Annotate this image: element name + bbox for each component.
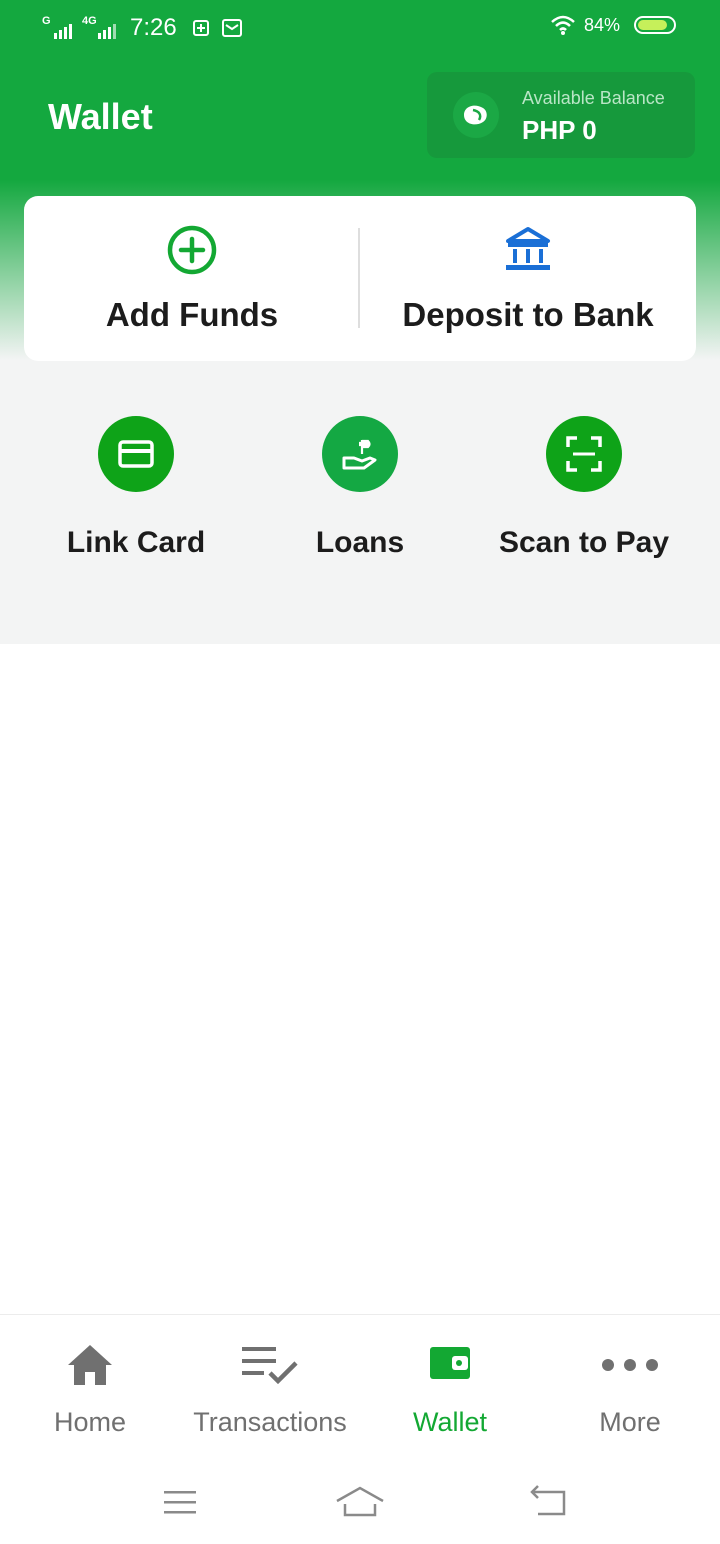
deposit-to-bank-label: Deposit to Bank — [402, 296, 654, 333]
loans-button[interactable]: Loans — [248, 416, 472, 576]
back-icon[interactable] — [528, 1480, 568, 1524]
system-navigation-bar — [0, 1464, 720, 1544]
plus-circle-icon — [167, 225, 217, 275]
system-home-icon[interactable] — [334, 1480, 386, 1524]
nav-wallet-label: Wallet — [412, 1407, 487, 1437]
nav-transactions[interactable]: Transactions — [180, 1315, 360, 1465]
credit-card-icon — [98, 416, 174, 492]
add-funds-button[interactable]: Add Funds — [24, 196, 360, 361]
nav-more[interactable]: More — [540, 1315, 720, 1465]
battery-percent: 84% — [583, 14, 620, 35]
signal-4g-icon: 4G — [82, 15, 116, 39]
wifi-icon — [551, 15, 575, 35]
mail-notification-icon — [221, 19, 242, 37]
add-funds-label: Add Funds — [105, 296, 279, 333]
scan-icon — [546, 416, 622, 492]
nav-more-label: More — [599, 1407, 661, 1437]
bank-icon — [506, 227, 550, 270]
wallet-actions-card: Add Funds Deposit to Bank — [24, 196, 696, 361]
balance-label: Available Balance — [522, 88, 665, 108]
link-card-label: Link Card — [66, 526, 206, 559]
deposit-to-bank-button[interactable]: Deposit to Bank — [360, 196, 696, 361]
nav-wallet[interactable]: Wallet — [360, 1315, 540, 1465]
bottom-navigation: Home Transactions Wallet More — [0, 1314, 720, 1464]
status-bar: G 4G 7:26 84% — [0, 0, 720, 58]
scan-to-pay-label: Scan to Pay — [498, 526, 670, 559]
menu-icon[interactable] — [162, 1480, 198, 1524]
balance-card[interactable]: Available Balance PHP 0 — [427, 72, 695, 158]
screenshot-icon — [192, 20, 209, 36]
balance-value: PHP 0 — [522, 115, 597, 145]
battery-icon — [634, 16, 676, 34]
wallet-icon — [430, 1347, 470, 1379]
gcash-logo-icon — [453, 92, 499, 138]
more-icon — [602, 1359, 658, 1371]
page-title: Wallet — [48, 96, 153, 137]
scan-to-pay-button[interactable]: Scan to Pay — [472, 416, 696, 576]
transactions-icon — [242, 1347, 298, 1385]
clock: 7:26 — [130, 14, 177, 41]
loans-label: Loans — [315, 526, 405, 559]
nav-home[interactable]: Home — [0, 1315, 180, 1465]
loan-hand-icon — [322, 416, 398, 492]
signal-icon: G — [42, 15, 72, 39]
nav-home-label: Home — [53, 1407, 127, 1437]
nav-transactions-label: Transactions — [193, 1407, 347, 1437]
home-icon — [68, 1345, 112, 1385]
wallet-screen: G 4G 7:26 84% Wallet Available Balance P… — [0, 0, 720, 1544]
link-card-button[interactable]: Link Card — [24, 416, 248, 576]
